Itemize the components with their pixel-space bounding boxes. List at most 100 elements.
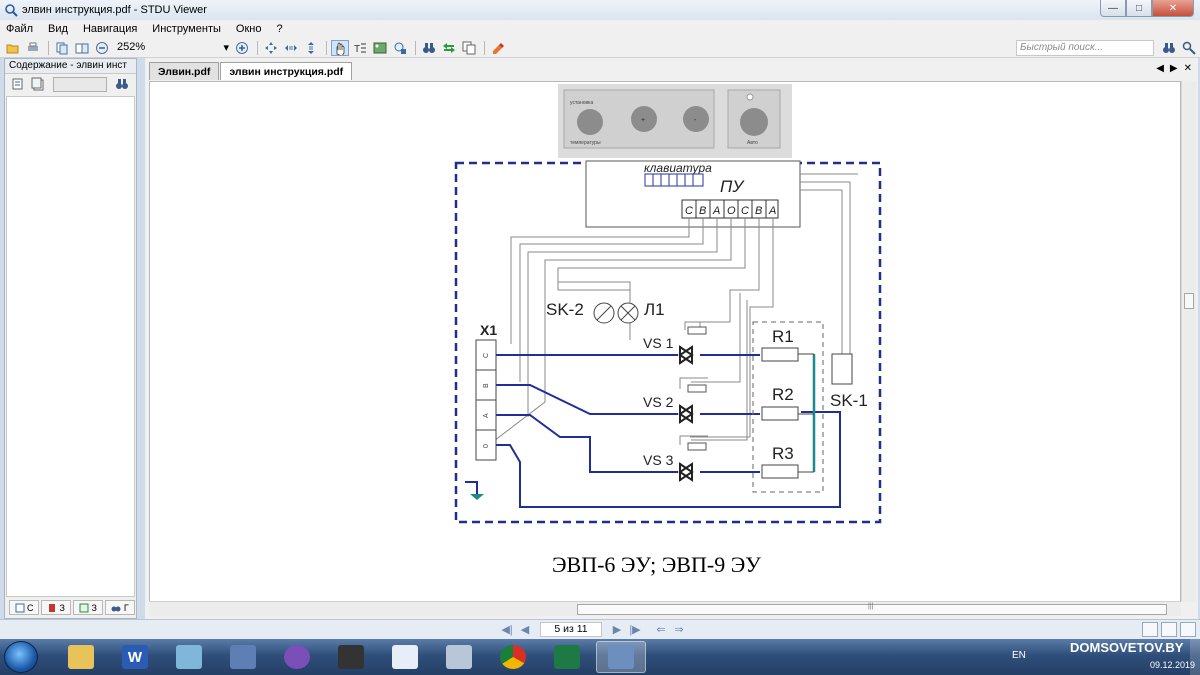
menu-view[interactable]: Вид [48, 23, 68, 35]
pu-label: ПУ [720, 177, 745, 196]
document-tabs: Элвин.pdf элвин инструкция.pdf [149, 62, 353, 80]
clock-date[interactable]: 09.12.2019 [1150, 660, 1195, 670]
highlight-icon[interactable] [489, 40, 507, 56]
search-binoculars-icon[interactable] [1160, 40, 1178, 56]
sk1-sensor [831, 353, 853, 385]
pu-terminal-2: В [699, 205, 706, 217]
pu-terminal-3: А [712, 205, 720, 217]
print-icon[interactable] [24, 40, 42, 56]
excel-icon [554, 645, 580, 669]
taskbar-camera[interactable] [326, 641, 376, 673]
page-view-icon[interactable] [53, 40, 71, 56]
expand-all-icon[interactable] [9, 76, 27, 92]
zoom-in-icon[interactable] [233, 40, 251, 56]
contents-search-icon[interactable] [113, 76, 131, 92]
tab-prev-icon[interactable]: ◀ [1156, 63, 1164, 74]
notebook-icon [176, 645, 202, 669]
first-page-icon[interactable]: ◀| [500, 623, 514, 637]
menu-file[interactable]: Файл [6, 23, 33, 35]
tab-bookmarks[interactable]: З [41, 600, 71, 615]
hand-tool-icon[interactable] [331, 39, 349, 56]
taskbar-chrome[interactable] [488, 641, 538, 673]
fit-width-icon[interactable] [282, 40, 300, 56]
toolbar: 252% ▾ T Быстрый поиск... [0, 38, 1200, 58]
start-button[interactable] [4, 641, 38, 673]
tab-elvin-pdf[interactable]: Элвин.pdf [149, 62, 220, 80]
two-page-icon[interactable] [73, 40, 91, 56]
tab-contents[interactable]: С [9, 600, 39, 615]
taskbar-excel[interactable] [542, 641, 592, 673]
windows-taskbar: W EN [0, 639, 1200, 675]
copy-icon[interactable] [460, 40, 478, 56]
vertical-scrollbar[interactable] [1181, 81, 1196, 602]
tab-next-icon[interactable]: ▶ [1170, 63, 1178, 74]
taskbar-app[interactable] [380, 641, 430, 673]
tab-elvin-instrukciya-pdf[interactable]: элвин инструкция.pdf [220, 62, 353, 80]
taskbar-explorer[interactable] [56, 641, 106, 673]
svg-text:T: T [354, 44, 360, 55]
r2-label: R2 [772, 385, 794, 404]
stdu-viewer-icon [608, 645, 634, 669]
search-options-icon[interactable] [1180, 40, 1198, 56]
toolbar-divider [257, 40, 258, 55]
taskbar-calculator[interactable] [434, 641, 484, 673]
open-folder-icon[interactable] [4, 40, 22, 56]
tab-thumbnails[interactable]: З [73, 600, 103, 615]
zoom-out-icon[interactable] [93, 40, 111, 56]
taskbar-word[interactable]: W [110, 641, 160, 673]
next-page-icon[interactable]: ▶ [610, 623, 624, 637]
fit-height-icon[interactable] [302, 40, 320, 56]
vertical-scroll-thumb[interactable] [1184, 293, 1194, 309]
close-button[interactable]: ✕ [1152, 0, 1194, 17]
status-bar: ◀| ◀ 5 из 11 ▶ |▶ ⇐ ⇒ [0, 619, 1200, 639]
vs2-label: VS 2 [643, 394, 674, 410]
contents-toolbar [5, 74, 136, 94]
fit-page-icon[interactable] [262, 40, 280, 56]
taskbar-stdu-viewer[interactable] [596, 641, 646, 673]
r1-label: R1 [772, 327, 794, 346]
continuous-view-icon[interactable] [1161, 622, 1177, 637]
tab-close-icon[interactable]: ✕ [1184, 63, 1192, 74]
contents-icon [15, 603, 24, 612]
quick-search-input[interactable]: Быстрый поиск... [1016, 40, 1154, 56]
select-image-icon[interactable] [371, 40, 389, 56]
pdf-page[interactable]: установка температуры Авто + - клавиатур… [149, 81, 1181, 602]
menu-tools[interactable]: Инструменты [152, 23, 221, 35]
pu-terminal-6: В [755, 205, 762, 217]
select-text-icon[interactable]: T [351, 40, 369, 56]
contents-panel: Содержание - элвин инст С З З Г [4, 58, 137, 619]
menu-navigation[interactable]: Навигация [83, 23, 137, 35]
contents-filter-input[interactable] [53, 76, 107, 92]
back-forward-icon[interactable] [440, 40, 458, 56]
tab-search[interactable]: Г [105, 600, 135, 615]
power-lines [496, 353, 841, 508]
collapse-all-icon[interactable] [29, 76, 47, 92]
facing-view-icon[interactable] [1180, 622, 1196, 637]
menu-window[interactable]: Окно [236, 23, 262, 35]
contents-tree[interactable] [6, 96, 135, 597]
binoculars-icon[interactable] [420, 40, 438, 56]
toolbar-divider [326, 40, 327, 55]
prev-page-icon[interactable]: ◀ [518, 623, 532, 637]
taskbar-app[interactable] [164, 641, 214, 673]
minimize-button[interactable]: — [1100, 0, 1126, 17]
snapshot-icon[interactable] [391, 40, 409, 56]
taskbar-app[interactable] [218, 641, 268, 673]
taskbar-viber[interactable] [272, 641, 322, 673]
x1-pin-a: А [483, 413, 490, 418]
toolbar-divider [484, 40, 485, 55]
history-forward-icon[interactable]: ⇒ [672, 623, 686, 637]
horizontal-scrollbar[interactable] [149, 601, 1181, 616]
history-back-icon[interactable]: ⇐ [654, 623, 668, 637]
word-icon: W [122, 645, 148, 669]
horizontal-scroll-thumb[interactable] [577, 603, 1167, 615]
single-page-view-icon[interactable] [1142, 622, 1158, 637]
maximize-button[interactable]: □ [1126, 0, 1152, 17]
search-icon [111, 606, 121, 611]
show-desktop-button[interactable] [1190, 639, 1200, 675]
last-page-icon[interactable]: |▶ [628, 623, 642, 637]
menu-help[interactable]: ? [276, 23, 282, 35]
page-number-field[interactable]: 5 из 11 [540, 622, 602, 637]
language-indicator[interactable]: EN [1012, 650, 1026, 661]
zoom-select[interactable]: 252% ▾ [117, 41, 229, 54]
